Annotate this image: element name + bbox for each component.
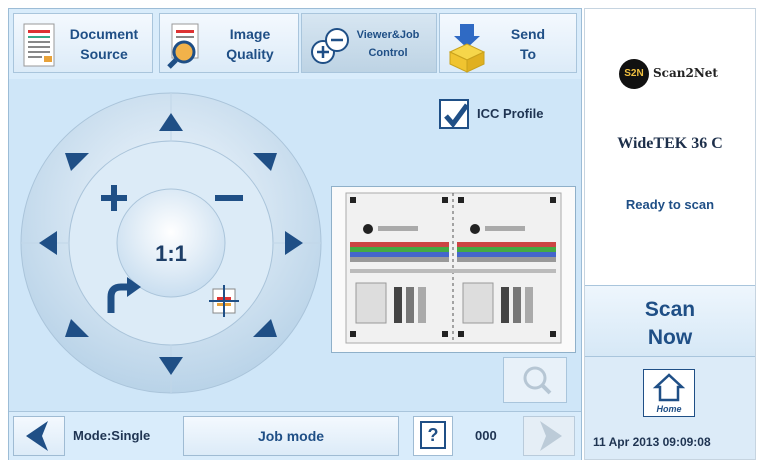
device-model: WideTEK 36 C [617,135,723,152]
zoom-preview-button[interactable] [503,357,567,403]
top-tab-bar: Document Source Image Quality Viewer&Job… [9,9,581,79]
scan2net-logo: S2N Scan2Net [619,59,753,89]
arrow-right-icon [540,421,562,451]
scan-now-button[interactable]: Scan Now [585,285,755,357]
scan-now-line2: Now [647,326,693,349]
mode-label: Mode:Single [73,428,151,443]
magnifier-icon [167,23,199,69]
home-button[interactable]: Home [643,369,695,417]
magnify-icon [523,366,552,395]
lower-right-area: Home 11 Apr 2013 09:09:08 [585,357,755,459]
checkmark-icon [444,103,470,128]
tab-viewer-job-control-label: Viewer&Job Control [356,29,420,59]
tab-image-quality-label: Image Quality [226,26,274,62]
navigation-dial: 1:1 [19,91,323,395]
main-panel: Document Source Image Quality Viewer&Job… [8,8,582,460]
job-mode-button[interactable]: Job mode [183,416,399,456]
tab-image-quality[interactable]: Image Quality [159,13,299,73]
scanner-status: Ready to scan [625,197,715,212]
status-panel: S2N Scan2Net WideTEK 36 C Ready to scan … [584,8,756,460]
help-button[interactable]: ? [413,416,453,456]
preview-test-chart-image [332,187,575,352]
document-icon [23,23,55,67]
tab-send-to-label: Send To [510,26,546,62]
scanner-screen: Document Source Image Quality Viewer&Job… [0,0,758,465]
tab-document-source[interactable]: Document Source [13,13,153,73]
logo-mark: S2N [619,59,649,89]
help-icon: ? [420,421,446,449]
scan-now-line1: Scan [644,298,696,321]
scan-preview[interactable] [331,186,576,353]
icc-profile-checkbox[interactable] [439,99,470,129]
home-icon [652,373,686,402]
tab-send-to[interactable]: Send To [439,13,577,73]
logo-text: Scan2Net [653,66,718,80]
home-label: Home [656,404,682,414]
tab-viewer-job-control[interactable]: Viewer&Job Control [301,13,437,73]
zoom-out-button[interactable] [215,195,243,201]
page-counter: 000 [475,428,497,443]
date-time: 11 Apr 2013 09:09:08 [593,435,711,449]
bottom-bar: Mode:Single Job mode ? 000 [9,411,581,460]
icc-profile-label: ICC Profile [477,106,544,121]
arrow-left-icon [26,421,48,451]
zoom-ratio-button[interactable]: 1:1 [141,241,201,267]
send-box-icon [448,24,486,73]
back-button[interactable] [13,416,65,456]
fit-page-icon[interactable] [209,285,239,317]
next-button[interactable] [523,416,575,456]
tab-document-source-label: Document Source [69,26,139,62]
